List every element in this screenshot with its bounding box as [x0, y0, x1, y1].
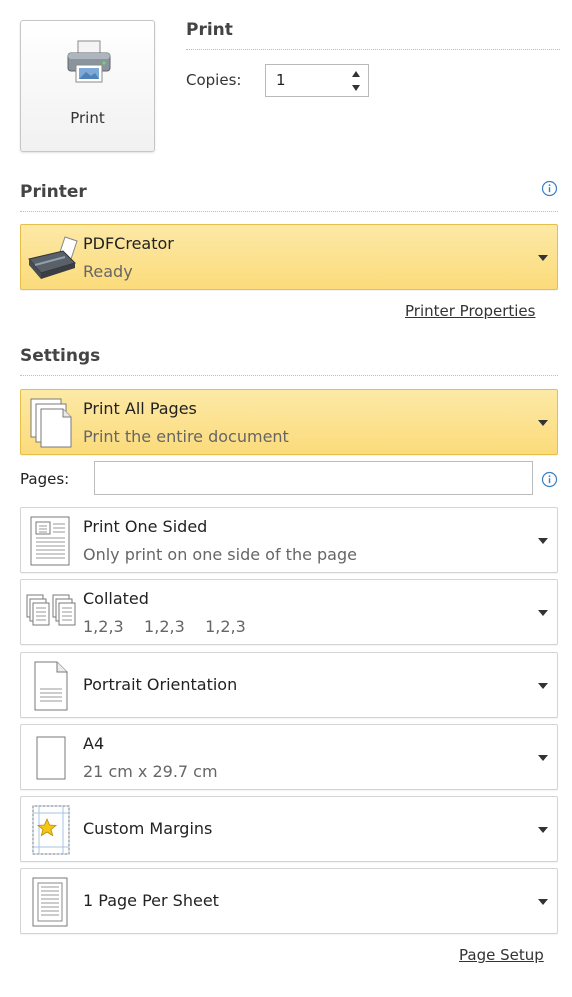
chevron-down-icon: [538, 420, 548, 426]
collation-title: Collated: [83, 589, 149, 608]
one-per-sheet-icon: [32, 877, 68, 927]
spin-down-icon[interactable]: [350, 82, 362, 94]
paper-size-subtitle: 21 cm x 29.7 cm: [83, 762, 218, 781]
printer-dropdown[interactable]: PDFCreator Ready: [20, 224, 558, 290]
chevron-down-icon: [538, 610, 548, 616]
copies-label: Copies:: [186, 71, 242, 89]
printer-device-icon: [28, 236, 78, 279]
orientation-title: Portrait Orientation: [83, 675, 238, 694]
printer-icon: [67, 40, 111, 83]
margins-star-icon: [32, 805, 70, 855]
pages-per-sheet-dropdown[interactable]: 1 Page Per Sheet: [20, 868, 558, 934]
chevron-down-icon: [538, 538, 548, 544]
margins-title: Custom Margins: [83, 819, 213, 838]
paper-size-dropdown[interactable]: A4 21 cm x 29.7 cm: [20, 724, 558, 790]
spin-up-icon[interactable]: [350, 68, 362, 80]
print-range-subtitle: Print the entire document: [83, 427, 289, 446]
print-button[interactable]: Print: [20, 20, 155, 152]
copies-stepper[interactable]: 1: [265, 64, 369, 97]
collated-pages-icon: [26, 594, 76, 626]
pages-stack-icon: [30, 398, 72, 448]
pages-input[interactable]: [94, 461, 533, 495]
settings-section-title: Settings: [20, 346, 101, 366]
print-sides-title: Print One Sided: [83, 517, 208, 536]
chevron-down-icon: [538, 683, 548, 689]
copies-value: 1: [276, 71, 286, 89]
collation-dropdown[interactable]: Collated 1,2,3 1,2,3 1,2,3: [20, 579, 558, 645]
blank-page-icon: [36, 736, 66, 780]
portrait-page-icon: [34, 661, 68, 711]
print-section-title: Print: [186, 20, 233, 40]
orientation-dropdown[interactable]: Portrait Orientation: [20, 652, 558, 718]
print-range-title: Print All Pages: [83, 399, 197, 418]
printer-section-title: Printer: [20, 182, 87, 202]
info-icon[interactable]: [541, 471, 558, 488]
info-icon[interactable]: [541, 180, 558, 197]
page-setup-link[interactable]: Page Setup: [459, 946, 544, 964]
printer-properties-link[interactable]: Printer Properties: [405, 302, 535, 320]
printer-status: Ready: [83, 262, 133, 281]
pages-label: Pages:: [20, 470, 70, 488]
one-sided-page-icon: [30, 516, 70, 566]
chevron-down-icon: [538, 755, 548, 761]
print-sides-dropdown[interactable]: Print One Sided Only print on one side o…: [20, 507, 558, 573]
paper-size-title: A4: [83, 734, 105, 753]
margins-dropdown[interactable]: Custom Margins: [20, 796, 558, 862]
print-range-dropdown[interactable]: Print All Pages Print the entire documen…: [20, 389, 558, 455]
pages-per-sheet-title: 1 Page Per Sheet: [83, 891, 219, 910]
printer-divider: [20, 211, 558, 212]
print-divider: [186, 49, 560, 50]
print-button-label: Print: [70, 109, 105, 127]
chevron-down-icon: [538, 899, 548, 905]
chevron-down-icon: [538, 827, 548, 833]
settings-divider: [20, 375, 558, 376]
collation-subtitle: 1,2,3 1,2,3 1,2,3: [83, 617, 246, 636]
chevron-down-icon: [538, 255, 548, 261]
print-sides-subtitle: Only print on one side of the page: [83, 545, 357, 564]
printer-name: PDFCreator: [83, 234, 174, 253]
